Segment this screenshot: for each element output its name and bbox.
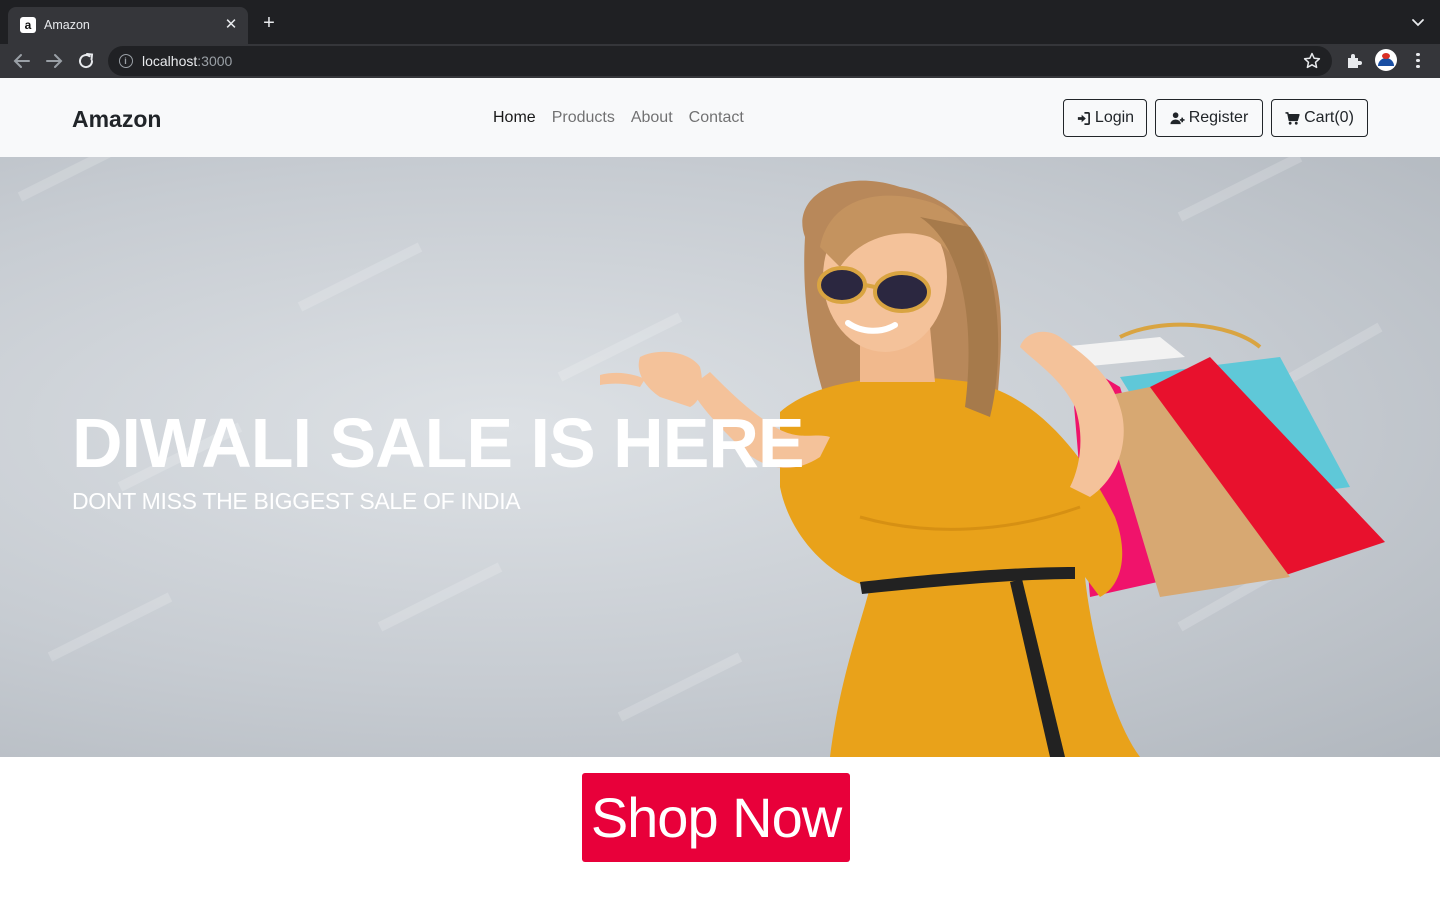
url-text[interactable]: localhost:3000 (142, 53, 232, 69)
nav-link-about[interactable]: About (631, 108, 673, 128)
shopping-cart-icon (1285, 111, 1300, 125)
browser-toolbar: localhost:3000 (0, 44, 1440, 78)
register-label: Register (1188, 109, 1249, 126)
nav-link-contact[interactable]: Contact (689, 108, 744, 128)
info-icon[interactable] (119, 54, 133, 68)
user-plus-icon (1170, 111, 1185, 124)
cart-button[interactable]: Cart(0) (1271, 99, 1368, 137)
tab-title: Amazon (44, 18, 90, 32)
menu-icon[interactable] (1410, 50, 1426, 70)
register-button[interactable]: Register (1155, 99, 1263, 137)
cart-label: Cart(0) (1304, 109, 1354, 126)
browser-tabstrip: a Amazon ✕ + (0, 0, 1440, 44)
amazon-favicon-icon: a (20, 17, 36, 33)
extensions-icon[interactable] (1344, 51, 1364, 71)
sign-in-icon (1077, 111, 1090, 125)
login-button[interactable]: Login (1063, 99, 1147, 137)
close-tab-icon[interactable]: ✕ (222, 16, 240, 34)
forward-arrow-icon[interactable] (42, 49, 66, 73)
site-navbar: Amazon Home Products About Contact Login… (0, 78, 1440, 157)
new-tab-button[interactable]: + (258, 12, 280, 34)
hero-subtitle: DONT MISS THE BIGGEST SALE OF INDIA (72, 488, 521, 514)
reload-icon[interactable] (74, 49, 98, 73)
nav-link-products[interactable]: Products (552, 108, 615, 128)
login-label: Login (1094, 109, 1135, 126)
address-bar[interactable]: localhost:3000 (108, 46, 1332, 76)
hero-title: DIWALI SALE IS HERE (72, 404, 805, 482)
brand-logo[interactable]: Amazon (72, 105, 161, 133)
tab-search-chevron-icon[interactable] (1410, 14, 1426, 30)
star-icon[interactable] (1302, 51, 1322, 71)
nav-links: Home Products About Contact (493, 108, 744, 128)
profile-avatar[interactable] (1375, 49, 1397, 71)
shop-now-button[interactable]: Shop Now (582, 773, 850, 862)
back-arrow-icon[interactable] (10, 49, 34, 73)
browser-tab[interactable]: a Amazon ✕ (8, 7, 248, 44)
nav-link-home[interactable]: Home (493, 108, 536, 128)
hero-banner: DIWALI SALE IS HERE DONT MISS THE BIGGES… (0, 157, 1440, 757)
